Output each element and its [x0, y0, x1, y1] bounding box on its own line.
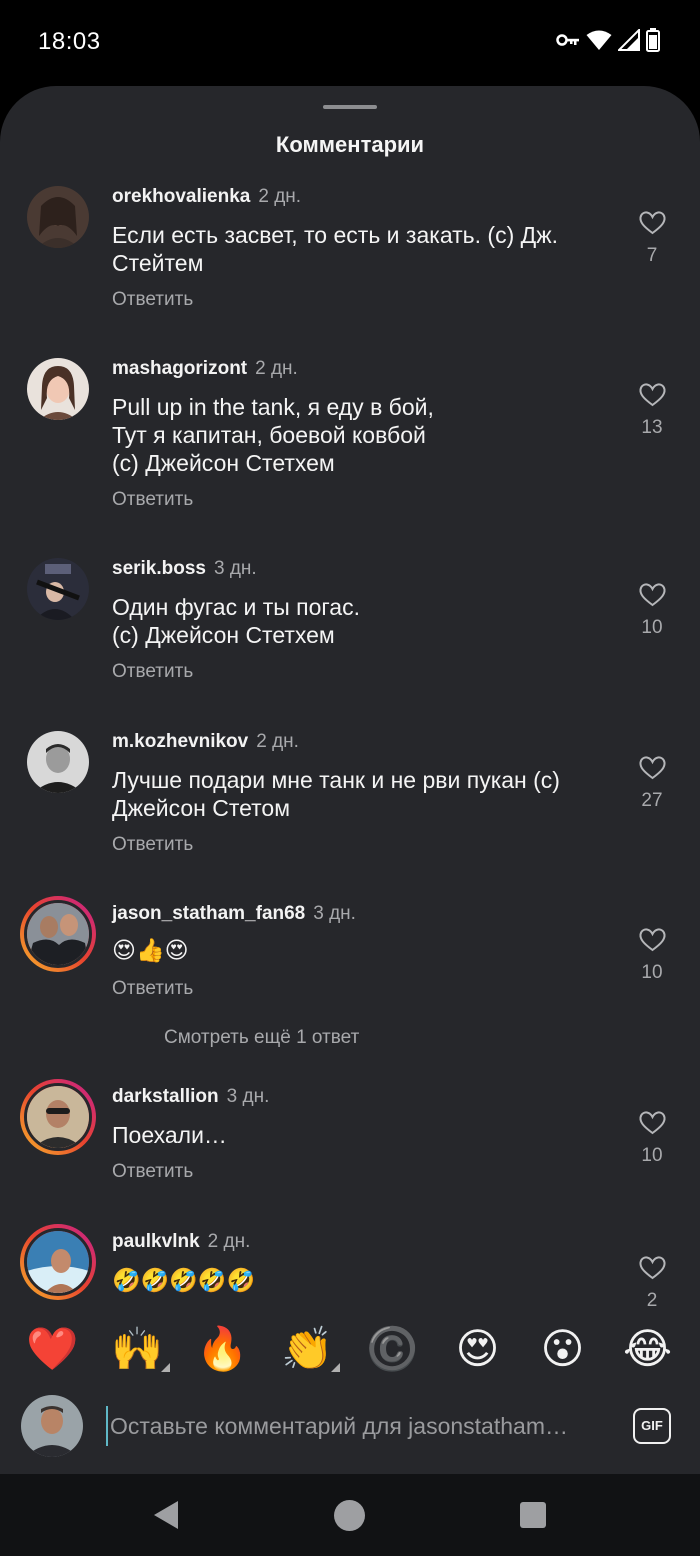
avatar[interactable]: [27, 731, 89, 793]
comment-header: m.kozhevnikov 2 дн.: [112, 731, 299, 753]
comment-username[interactable]: m.kozhevnikov: [112, 731, 248, 752]
like-button[interactable]: 7: [632, 211, 672, 267]
avatar-with-story[interactable]: [20, 896, 96, 972]
sheet-title: Комментарии: [275, 132, 425, 157]
emoji-heart-eyes-button[interactable]: 😍: [450, 1328, 506, 1370]
comment-time: 2 дн.: [258, 186, 302, 207]
wifi-icon: [586, 30, 612, 50]
reply-button[interactable]: Ответить: [112, 978, 193, 1000]
comment-text: 🤣🤣🤣🤣🤣: [112, 1267, 256, 1293]
heart-icon: [638, 383, 666, 407]
emoji-quick-bar: ❤️ 🙌 🔥 👏 ©️ 😍 😮 😂: [0, 1306, 700, 1392]
emoji-raised-hands-button[interactable]: 🙌: [110, 1325, 170, 1372]
emoji-joy-button[interactable]: 😂: [620, 1328, 676, 1370]
comment-header: mashagorizont 2 дн.: [112, 358, 298, 380]
heart-icon: [638, 1256, 666, 1280]
comment-input[interactable]: [106, 1406, 596, 1446]
like-count: 10: [641, 1145, 663, 1166]
avatar[interactable]: [27, 358, 89, 420]
vpn-key-icon: [556, 34, 579, 46]
comment-time: 3 дн.: [226, 1086, 270, 1107]
heart-icon: [638, 756, 666, 780]
emoji-glyph: 🙌: [111, 1325, 164, 1372]
comment-header: serik.boss 3 дн.: [112, 558, 257, 580]
recent-apps-icon[interactable]: [520, 1502, 546, 1528]
avatar[interactable]: [27, 558, 89, 620]
heart-icon: [638, 1111, 666, 1135]
status-icons: [556, 28, 660, 52]
status-time: 18:03: [38, 28, 101, 55]
back-icon[interactable]: [152, 1500, 180, 1530]
comment-text: Поехали…: [112, 1122, 227, 1148]
comment-username[interactable]: jason_statham_fan68: [112, 903, 305, 924]
like-count: 10: [641, 617, 663, 638]
comment-username[interactable]: darkstallion: [112, 1086, 219, 1107]
like-button[interactable]: 13: [632, 383, 672, 439]
comment-header: paulkvlnk 2 дн.: [112, 1231, 250, 1253]
like-button[interactable]: 2: [632, 1256, 672, 1306]
comment-text: Если есть засвет, то есть и закать. (с) …: [112, 222, 558, 276]
comment-text: Лучше подари мне танк и не рви пукан (с)…: [112, 767, 560, 821]
reply-button[interactable]: Ответить: [112, 1161, 193, 1183]
comment-header: darkstallion 3 дн.: [112, 1086, 269, 1108]
like-count: 27: [641, 790, 663, 811]
reply-button[interactable]: Ответить: [112, 834, 193, 856]
status-bar: 18:03: [0, 0, 700, 85]
gif-button[interactable]: GIF: [633, 1408, 671, 1444]
emoji-fire-button[interactable]: 🔥: [195, 1328, 251, 1370]
comment-username[interactable]: serik.boss: [112, 558, 206, 579]
emoji-glyph: 👏: [281, 1325, 334, 1372]
comment-username[interactable]: mashagorizont: [112, 358, 247, 379]
emoji-surprised-button[interactable]: 😮: [535, 1328, 591, 1370]
avatar-with-story[interactable]: [20, 1079, 96, 1155]
like-count: 10: [641, 962, 663, 983]
comment-text: Pull up in the tank, я еду в бой, Тут я …: [112, 394, 434, 476]
home-icon[interactable]: [334, 1500, 365, 1531]
reply-button[interactable]: Ответить: [112, 289, 193, 311]
comment-time: 2 дн.: [256, 731, 299, 752]
like-button[interactable]: 27: [632, 756, 672, 812]
like-button[interactable]: 10: [632, 1111, 672, 1167]
comment-time: 3 дн.: [313, 903, 356, 924]
skin-tone-indicator: [160, 1363, 170, 1372]
skin-tone-indicator: [330, 1363, 340, 1372]
cellular-signal-icon: [618, 29, 640, 51]
comment-composer: GIF: [0, 1392, 700, 1474]
comment-header: jason_statham_fan68 3 дн.: [112, 903, 356, 925]
sheet-drag-handle[interactable]: [323, 105, 377, 109]
heart-icon: [638, 583, 666, 607]
like-button[interactable]: 10: [632, 928, 672, 984]
heart-icon: [638, 928, 666, 952]
like-count: 2: [646, 1290, 658, 1306]
comment-username[interactable]: paulkvlnk: [112, 1231, 200, 1252]
reply-button[interactable]: Ответить: [112, 489, 193, 511]
heart-icon: [638, 211, 666, 235]
reply-button[interactable]: Ответить: [112, 661, 193, 683]
comment-time: 2 дн.: [255, 358, 298, 379]
system-navigation-bar: [0, 1474, 700, 1556]
comments-sheet: Комментарии orekhovalienka 2 дн. Если ест…: [0, 86, 700, 1474]
emoji-heart-button[interactable]: ❤️: [25, 1328, 81, 1370]
comment-time: 2 дн.: [207, 1231, 251, 1252]
view-more-replies-button[interactable]: Смотреть ещё 1 ответ: [164, 1027, 359, 1049]
like-count: 7: [646, 245, 658, 266]
comment-text: 😍👍😍: [112, 937, 189, 963]
like-count: 13: [641, 417, 663, 438]
comment-header: orekhovalienka 2 дн.: [112, 186, 301, 208]
comment-text: Один фугас и ты погас. (с) Джейсон Стетх…: [112, 594, 360, 648]
emoji-clap-button[interactable]: 👏: [280, 1325, 340, 1372]
like-button[interactable]: 10: [632, 583, 672, 639]
battery-icon: [646, 28, 660, 52]
comment-username[interactable]: orekhovalienka: [112, 186, 250, 207]
current-user-avatar: [21, 1395, 83, 1457]
avatar[interactable]: [27, 186, 89, 248]
avatar-with-story[interactable]: [20, 1224, 96, 1300]
comments-list[interactable]: orekhovalienka 2 дн. Если есть засвет, то…: [0, 181, 700, 1306]
emoji-copyright-button[interactable]: ©️: [365, 1328, 421, 1370]
comment-time: 3 дн.: [214, 558, 257, 579]
